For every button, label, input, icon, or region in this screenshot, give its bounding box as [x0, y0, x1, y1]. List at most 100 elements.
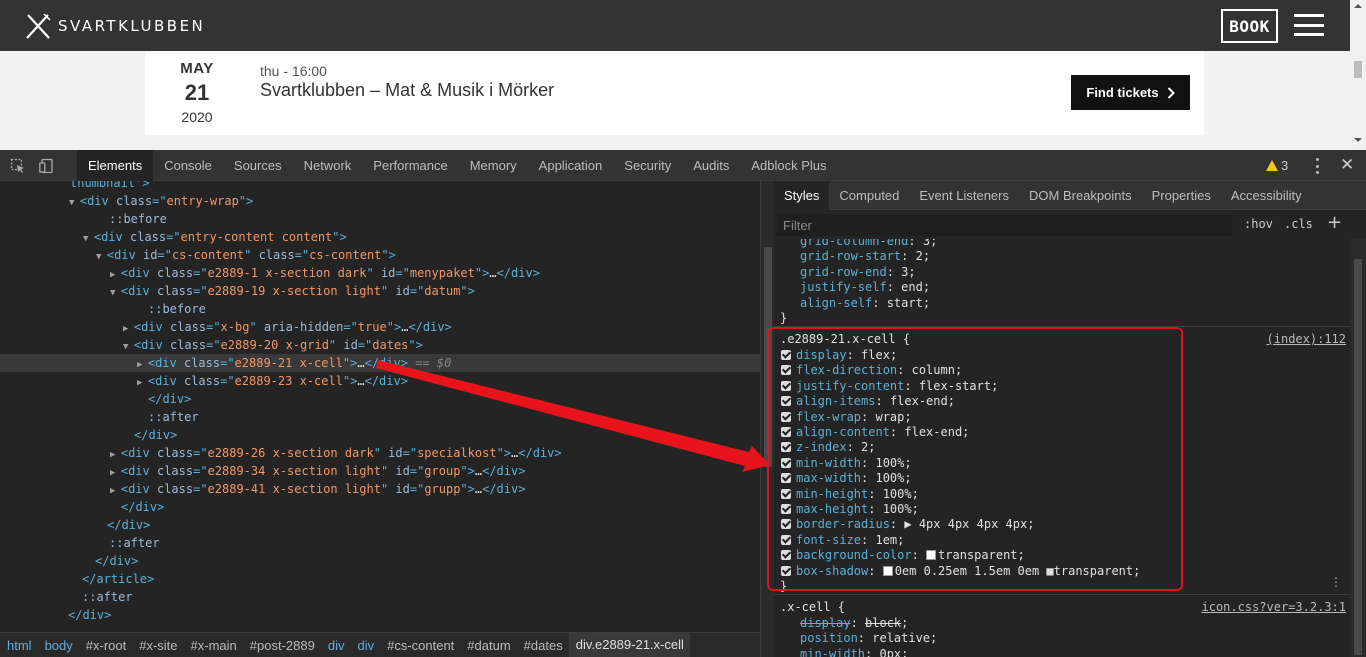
property-checkbox[interactable]: [781, 488, 791, 499]
breadcrumb-item[interactable]: div: [321, 638, 351, 653]
styles-scrollbar[interactable]: [1350, 239, 1366, 657]
rule-selector-line[interactable]: .x-cell {icon.css?ver=3.2.3:1: [774, 599, 1350, 615]
breadcrumb-item[interactable]: body: [38, 638, 79, 653]
breadcrumb-item[interactable]: div: [350, 638, 380, 653]
dom-node[interactable]: ▶ <div class="e2889-1 x-section dark" id…: [0, 264, 760, 282]
property-value[interactable]: flex: [861, 348, 890, 362]
dom-node[interactable]: ::after: [0, 408, 760, 426]
property-name[interactable]: border-radius: [796, 517, 890, 531]
tab-properties[interactable]: Properties: [1142, 181, 1221, 210]
css-property[interactable]: align-content: flex-end;: [774, 424, 1350, 440]
dom-node[interactable]: ::before: [0, 300, 760, 318]
css-property[interactable]: display: flex;: [774, 347, 1350, 363]
cls-toggle[interactable]: .cls: [1284, 217, 1313, 231]
tab-styles[interactable]: Styles: [774, 181, 830, 210]
dom-node[interactable]: </div>: [0, 606, 760, 624]
dom-node[interactable]: </article>: [0, 570, 760, 588]
dom-node[interactable]: ▶ <div class="e2889-41 x-section light" …: [0, 480, 760, 498]
dom-node[interactable]: ::before: [0, 210, 760, 228]
dom-node-selected[interactable]: ▶ <div class="e2889-21 x-cell">…</div> =…: [0, 354, 760, 372]
dom-node[interactable]: </div>: [0, 516, 760, 534]
property-name[interactable]: grid-column-end: [800, 239, 908, 248]
property-checkbox[interactable]: [781, 380, 791, 391]
breadcrumb-item[interactable]: div.e2889-21.x-cell: [568, 633, 690, 657]
property-name[interactable]: max-height: [796, 502, 868, 516]
property-checkbox[interactable]: [781, 365, 791, 376]
property-checkbox[interactable]: [781, 534, 791, 545]
shadow-editor-icon[interactable]: [882, 565, 893, 576]
css-property[interactable]: flex-wrap: wrap;: [774, 409, 1350, 425]
breadcrumb-item[interactable]: #cs-content: [380, 638, 460, 653]
property-value[interactable]: 100%: [875, 471, 904, 485]
css-property[interactable]: background-color: transparent;: [774, 547, 1350, 563]
find-tickets-button[interactable]: Find tickets: [1071, 75, 1190, 110]
property-name[interactable]: display: [800, 616, 851, 630]
tab-audits[interactable]: Audits: [682, 150, 740, 181]
property-checkbox[interactable]: [781, 396, 791, 407]
property-name[interactable]: font-size: [796, 533, 861, 547]
property-name[interactable]: flex-wrap: [796, 410, 861, 424]
color-swatch-icon[interactable]: [926, 550, 937, 561]
property-name[interactable]: justify-self: [800, 280, 887, 294]
dom-tree[interactable]: ⋯ thumbnail">▼ <div class="entry-wrap">:…: [0, 181, 760, 632]
css-property[interactable]: justify-content: flex-start;: [774, 378, 1350, 394]
tab-computed[interactable]: Computed: [829, 181, 909, 210]
tab-sources[interactable]: Sources: [223, 150, 293, 181]
styles-filter-input[interactable]: [777, 214, 1232, 236]
expand-down-icon[interactable]: ▼: [96, 252, 107, 262]
property-name[interactable]: justify-content: [796, 379, 904, 393]
property-value[interactable]: flex-start: [919, 379, 991, 393]
dom-node[interactable]: ▶ <div class="e2889-26 x-section dark" i…: [0, 444, 760, 462]
expand-down-icon[interactable]: ▼: [83, 234, 94, 244]
expand-right-icon[interactable]: ▶: [123, 324, 134, 334]
dom-node[interactable]: ▼ <div class="e2889-19 x-section light" …: [0, 282, 760, 300]
warnings-indicator[interactable]: 3: [1266, 158, 1288, 173]
css-property[interactable]: min-width: 0px;: [774, 646, 1350, 657]
property-name[interactable]: min-height: [796, 487, 868, 501]
css-property[interactable]: border-radius: ▶ 4px 4px 4px 4px;: [774, 516, 1350, 532]
property-checkbox[interactable]: [781, 457, 791, 468]
expand-down-icon[interactable]: ▼: [69, 198, 80, 208]
rule-source-link[interactable]: (index):112: [1267, 331, 1346, 347]
property-value[interactable]: 0em 0.25em 1.5em 0em ■transparent: [895, 564, 1133, 578]
property-name[interactable]: display: [796, 348, 847, 362]
property-name[interactable]: align-content: [796, 425, 890, 439]
tab-performance[interactable]: Performance: [362, 150, 458, 181]
property-value[interactable]: 3: [923, 239, 930, 248]
dom-node[interactable]: </div>: [0, 390, 760, 408]
property-value[interactable]: 2: [916, 249, 923, 263]
dom-node[interactable]: ▶ <div class="x-bg" aria-hidden="true">……: [0, 318, 760, 336]
property-name[interactable]: position: [800, 631, 858, 645]
expand-right-icon[interactable]: ▶: [137, 378, 148, 388]
tab-adblock-plus[interactable]: Adblock Plus: [740, 150, 837, 181]
breadcrumb-item[interactable]: html: [0, 638, 38, 653]
property-value[interactable]: flex-end: [904, 425, 962, 439]
css-property[interactable]: grid-row-end: 3;: [774, 264, 1350, 280]
breadcrumb-item[interactable]: #datum: [460, 638, 516, 653]
rule-selector[interactable]: .e2889-21.x-cell: [780, 332, 896, 346]
property-checkbox[interactable]: [781, 442, 791, 453]
expand-right-icon[interactable]: ▶: [110, 450, 121, 460]
property-value[interactable]: ▶ 4px 4px 4px 4px: [904, 517, 1027, 531]
css-property[interactable]: justify-self: end;: [774, 279, 1350, 295]
dom-node[interactable]: ▶ <div class="e2889-34 x-section light" …: [0, 462, 760, 480]
property-name[interactable]: box-shadow: [796, 564, 868, 578]
property-checkbox[interactable]: [781, 519, 791, 530]
property-name[interactable]: min-width: [796, 456, 861, 470]
breadcrumb-item[interactable]: #post-2889: [243, 638, 321, 653]
property-value[interactable]: wrap: [875, 410, 904, 424]
scroll-thumb[interactable]: [1354, 61, 1362, 78]
expand-down-icon[interactable]: ▼: [110, 288, 121, 298]
scroll-up-icon[interactable]: [1354, 4, 1362, 8]
css-property[interactable]: position: relative;: [774, 630, 1350, 646]
page-scrollbar[interactable]: [1350, 0, 1366, 150]
css-property[interactable]: min-height: 100%;: [774, 486, 1350, 502]
hamburger-menu-icon[interactable]: [1294, 14, 1324, 36]
expand-right-icon[interactable]: ▶: [110, 486, 121, 496]
property-name[interactable]: align-items: [796, 394, 875, 408]
dom-node[interactable]: </div>: [0, 426, 760, 444]
dom-node[interactable]: thumbnail">: [0, 181, 760, 192]
tab-event-listeners[interactable]: Event Listeners: [909, 181, 1019, 210]
property-value[interactable]: start: [887, 296, 923, 310]
dom-node[interactable]: ▼ <div class="e2889-20 x-grid" id="dates…: [0, 336, 760, 354]
